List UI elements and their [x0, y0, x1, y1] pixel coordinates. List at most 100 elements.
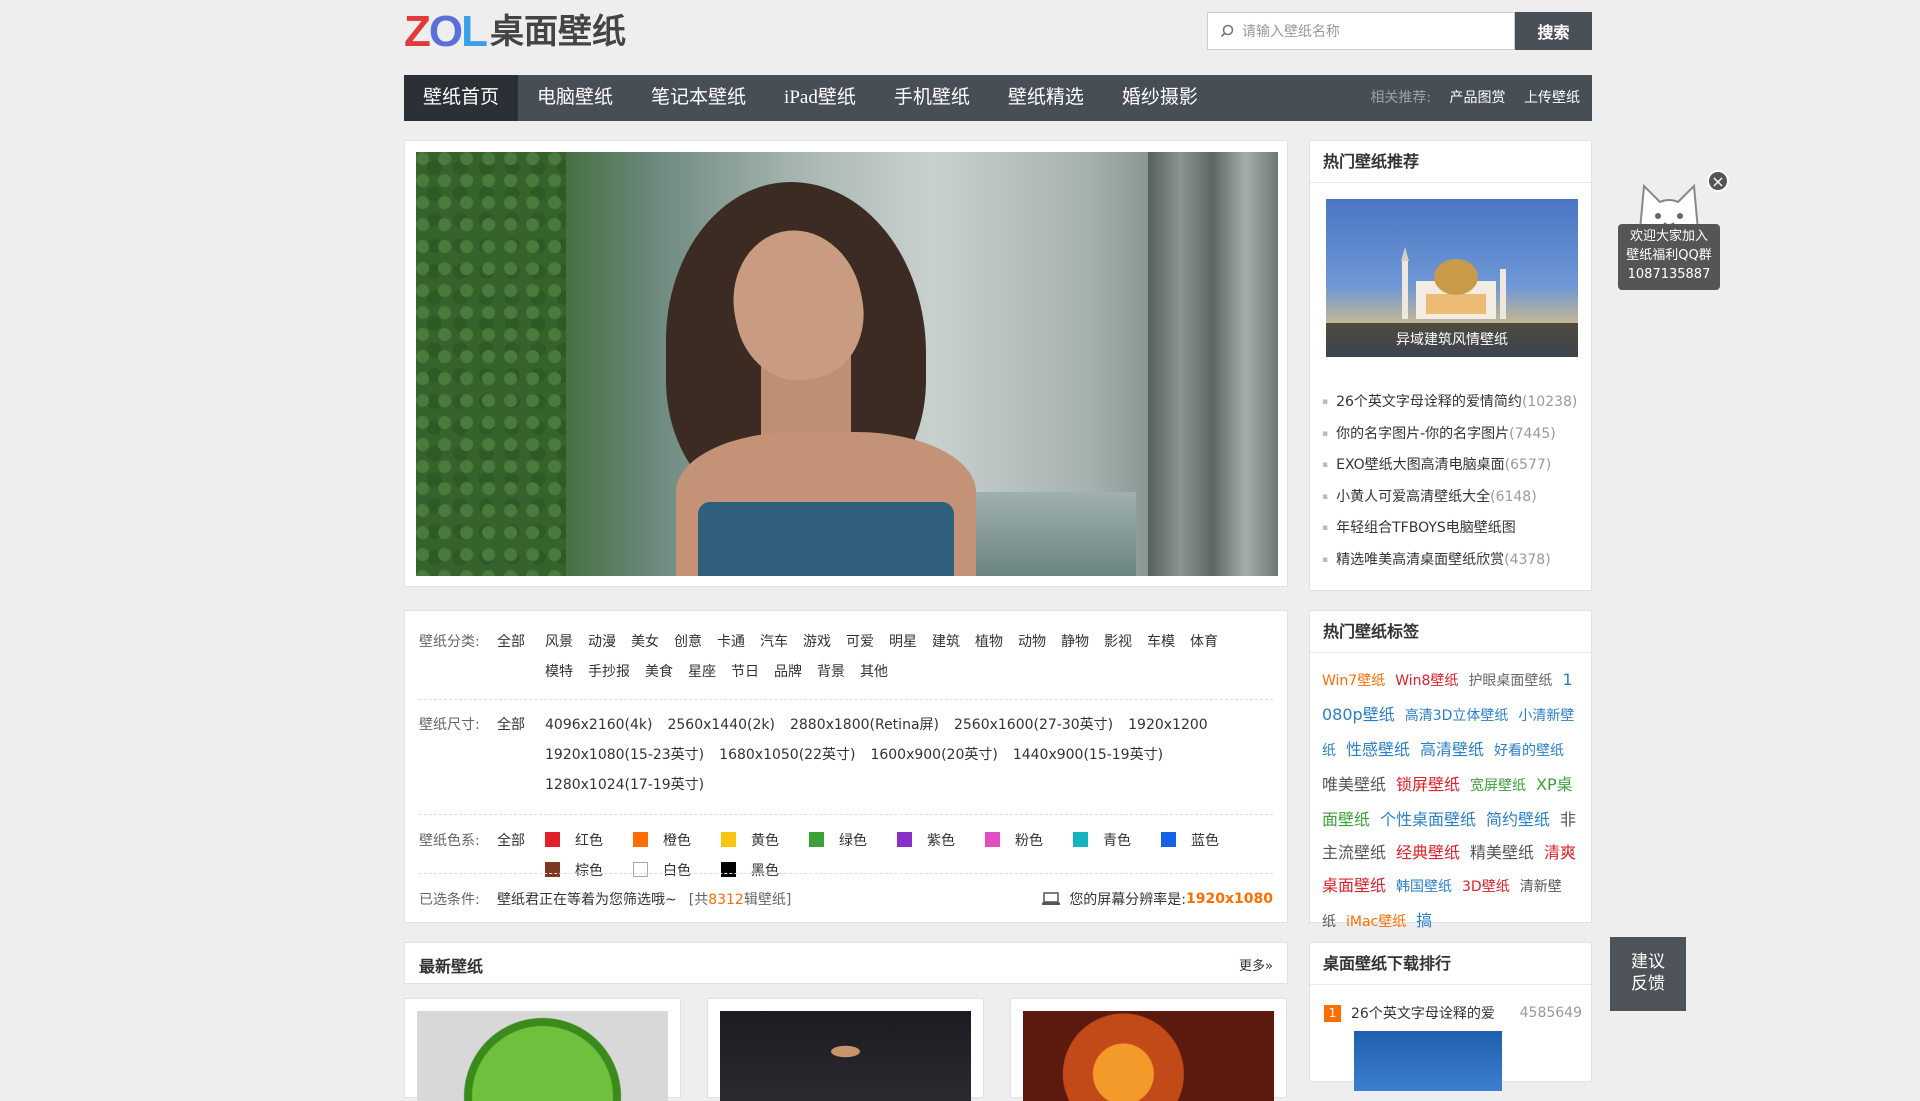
- filter-category-item[interactable]: 其他: [860, 657, 888, 687]
- filter-color-all[interactable]: 全部: [497, 826, 545, 886]
- tag-link[interactable]: Win8壁纸: [1395, 673, 1458, 689]
- filter-category-item[interactable]: 模特: [545, 657, 573, 687]
- nav-item-home[interactable]: 壁纸首页: [404, 75, 518, 121]
- wallpaper-card[interactable]: [707, 998, 984, 1098]
- tag-link[interactable]: 护眼桌面壁纸: [1468, 673, 1552, 689]
- filter-size-item[interactable]: 1440x900(15-19英寸): [1013, 740, 1163, 770]
- tag-link[interactable]: 搞: [1416, 911, 1432, 930]
- filter-color-item[interactable]: 白色: [633, 856, 706, 886]
- filter-category-item[interactable]: 卡通: [717, 627, 745, 657]
- filter-category-item[interactable]: 背景: [817, 657, 845, 687]
- filter-category-item[interactable]: 影视: [1104, 627, 1132, 657]
- filter-category-all[interactable]: 全部: [497, 627, 545, 687]
- filter-color-item[interactable]: 黄色: [721, 826, 794, 856]
- recommend-list-item[interactable]: 26个英文字母诠释的爱情简约(10238): [1322, 387, 1577, 419]
- rank-item[interactable]: 1 26个英文字母诠释的爱 4585649: [1324, 1003, 1582, 1023]
- related-link-products[interactable]: 产品图赏: [1450, 90, 1506, 106]
- filter-size-item[interactable]: 1280x1024(17-19英寸): [545, 770, 704, 800]
- filter-category-label: 壁纸分类:: [419, 627, 497, 687]
- recommend-title: 小黄人可爱高清壁纸大全: [1336, 489, 1490, 505]
- related-link-upload[interactable]: 上传壁纸: [1524, 90, 1580, 106]
- qq-close-button[interactable]: ×: [1707, 170, 1729, 192]
- tag-link[interactable]: 经典壁纸: [1396, 843, 1460, 862]
- filter-size-item[interactable]: 1920x1080(15-23英寸): [545, 740, 704, 770]
- nav-item-mobile[interactable]: 手机壁纸: [875, 75, 989, 121]
- filter-category-item[interactable]: 节日: [731, 657, 759, 687]
- logo[interactable]: ZOL 桌面壁纸: [404, 12, 626, 52]
- filter-category-item[interactable]: 静物: [1061, 627, 1089, 657]
- recommend-list-item[interactable]: 精选唯美高清桌面壁纸欣赏(4378): [1322, 545, 1577, 577]
- filter-color-item[interactable]: 棕色: [545, 856, 618, 886]
- tag-link[interactable]: 高清壁纸: [1420, 740, 1484, 759]
- tag-link[interactable]: Win7壁纸: [1322, 673, 1385, 689]
- nav-item-wedding[interactable]: 婚纱摄影: [1103, 75, 1217, 121]
- recommend-list-item[interactable]: EXO壁纸大图高清电脑桌面(6577): [1322, 450, 1577, 482]
- color-name: 棕色: [575, 863, 603, 879]
- filter-category-item[interactable]: 星座: [688, 657, 716, 687]
- filter-color-item[interactable]: 粉色: [985, 826, 1058, 856]
- filter-category-item[interactable]: 手抄报: [588, 657, 630, 687]
- recommend-list-item[interactable]: 年轻组合TFBOYS电脑壁纸图: [1322, 513, 1577, 545]
- search-button[interactable]: 搜索: [1515, 12, 1592, 50]
- tag-link[interactable]: 高清3D立体壁纸: [1405, 708, 1509, 724]
- recommend-list-item[interactable]: 小黄人可爱高清壁纸大全(6148): [1322, 482, 1577, 514]
- tag-link[interactable]: 唯美壁纸: [1322, 775, 1386, 794]
- filter-category-item[interactable]: 动物: [1018, 627, 1046, 657]
- filter-size-all[interactable]: 全部: [497, 710, 545, 800]
- filter-color-item[interactable]: 黑色: [721, 856, 794, 886]
- hot-tags-title: 热门壁纸标签: [1310, 611, 1591, 653]
- latest-more-link[interactable]: 更多»: [1239, 955, 1273, 974]
- filter-category-item[interactable]: 品牌: [774, 657, 802, 687]
- tag-link[interactable]: 个性桌面壁纸: [1380, 810, 1476, 829]
- filter-category-item[interactable]: 汽车: [760, 627, 788, 657]
- tag-link[interactable]: 宽屏壁纸: [1470, 778, 1526, 794]
- filter-category-item[interactable]: 建筑: [932, 627, 960, 657]
- tag-link[interactable]: 韩国壁纸: [1396, 879, 1452, 895]
- tag-link[interactable]: 3D壁纸: [1462, 879, 1510, 895]
- filter-category-item[interactable]: 游戏: [803, 627, 831, 657]
- nav-item-selected[interactable]: 壁纸精选: [989, 75, 1103, 121]
- tag-link[interactable]: 简约壁纸: [1486, 810, 1550, 829]
- filter-category-item[interactable]: 体育: [1190, 627, 1218, 657]
- filter-category-item[interactable]: 美食: [645, 657, 673, 687]
- filter-category-item[interactable]: 风景: [545, 627, 573, 657]
- filter-size-item[interactable]: 4096x2160(4k): [545, 710, 652, 740]
- filter-size-item[interactable]: 2560x1600(27-30英寸): [954, 710, 1113, 740]
- filter-color-item[interactable]: 蓝色: [1161, 826, 1234, 856]
- search-input[interactable]: [1240, 22, 1494, 40]
- feedback-button[interactable]: 建议 反馈: [1610, 937, 1686, 1011]
- tag-link[interactable]: 精美壁纸: [1470, 843, 1534, 862]
- filter-color-item[interactable]: 橙色: [633, 826, 706, 856]
- tag-link[interactable]: iMac壁纸: [1346, 914, 1406, 930]
- recommend-image[interactable]: 异域建筑风情壁纸: [1326, 199, 1578, 357]
- filter-color-item[interactable]: 紫色: [897, 826, 970, 856]
- filter-size-item[interactable]: 2880x1800(Retina屏): [790, 710, 939, 740]
- wallpaper-card[interactable]: [404, 998, 681, 1098]
- rank-thumb[interactable]: [1354, 1031, 1502, 1091]
- filter-category-item[interactable]: 动漫: [588, 627, 616, 657]
- recommend-list-item[interactable]: 你的名字图片-你的名字图片(7445): [1322, 419, 1577, 451]
- tag-link[interactable]: 性感壁纸: [1346, 740, 1410, 759]
- filter-color-item[interactable]: 青色: [1073, 826, 1146, 856]
- filter-category-item[interactable]: 可爱: [846, 627, 874, 657]
- filter-color-item[interactable]: 红色: [545, 826, 618, 856]
- filter-size-item[interactable]: 1600x900(20英寸): [870, 740, 997, 770]
- hot-tags-panel: 热门壁纸标签 Win7壁纸Win8壁纸护眼桌面壁纸1080p壁纸高清3D立体壁纸…: [1309, 610, 1592, 923]
- filter-size-item[interactable]: 2560x1440(2k): [667, 710, 774, 740]
- tag-link[interactable]: 锁屏壁纸: [1396, 775, 1460, 794]
- nav-item-ipad[interactable]: iPad壁纸: [765, 75, 875, 121]
- qq-group-sign[interactable]: 欢迎大家加入 壁纸福利QQ群 1087135887: [1618, 224, 1720, 290]
- filter-category-item[interactable]: 明星: [889, 627, 917, 657]
- filter-category-item[interactable]: 美女: [631, 627, 659, 657]
- filter-category-item[interactable]: 创意: [674, 627, 702, 657]
- filter-size-item[interactable]: 1920x1200: [1128, 710, 1208, 740]
- filter-category-item[interactable]: 车模: [1147, 627, 1175, 657]
- nav-item-laptop[interactable]: 笔记本壁纸: [632, 75, 765, 121]
- filter-size-item[interactable]: 1680x1050(22英寸): [719, 740, 855, 770]
- tag-link[interactable]: 好看的壁纸: [1494, 743, 1564, 759]
- hero-image[interactable]: [416, 152, 1278, 576]
- nav-item-pc[interactable]: 电脑壁纸: [518, 75, 632, 121]
- filter-category-item[interactable]: 植物: [975, 627, 1003, 657]
- wallpaper-card[interactable]: [1010, 998, 1287, 1098]
- filter-color-item[interactable]: 绿色: [809, 826, 882, 856]
